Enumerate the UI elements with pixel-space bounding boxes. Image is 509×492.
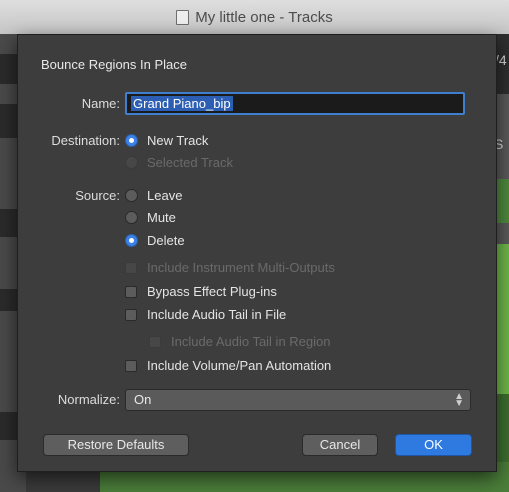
- include-audio-tail-file-checkbox[interactable]: Include Audio Tail in File: [125, 307, 286, 322]
- radio-icon: [125, 189, 138, 202]
- radio-icon: [125, 156, 138, 169]
- source-delete-radio[interactable]: Delete: [125, 233, 185, 248]
- window-titlebar: My little one - Tracks: [0, 0, 509, 35]
- include-volume-pan-checkbox[interactable]: Include Volume/Pan Automation: [125, 358, 331, 373]
- destination-selected-track-radio: Selected Track: [125, 155, 233, 170]
- window-title: My little one - Tracks: [195, 8, 333, 26]
- name-field[interactable]: Grand Piano_bip: [125, 92, 465, 115]
- checkbox-label: Include Instrument Multi-Outputs: [147, 260, 335, 275]
- normalize-value: On: [134, 392, 152, 407]
- radio-icon: [125, 211, 138, 224]
- document-icon: [176, 9, 190, 25]
- checkbox-label: Bypass Effect Plug-ins: [147, 284, 277, 299]
- option-label: New Track: [147, 133, 209, 148]
- normalize-select[interactable]: On ▲ ▼: [125, 389, 471, 411]
- checkbox-icon: [125, 359, 137, 372]
- checkbox-label: Include Volume/Pan Automation: [147, 358, 332, 373]
- name-label: Name:: [81, 96, 120, 111]
- option-label: Leave: [147, 188, 183, 203]
- checkbox-icon: [125, 261, 137, 274]
- ok-button[interactable]: OK: [395, 434, 472, 456]
- option-label: Selected Track: [147, 155, 233, 170]
- checkbox-label: Include Audio Tail in File: [147, 307, 287, 322]
- option-label: Mute: [147, 210, 176, 225]
- destination-label: Destination:: [51, 133, 120, 148]
- normalize-label: Normalize:: [57, 392, 120, 407]
- name-value: Grand Piano_bip: [131, 96, 233, 111]
- cancel-button[interactable]: Cancel: [302, 434, 378, 456]
- radio-selected-icon: [125, 234, 138, 247]
- checkbox-icon: [125, 308, 137, 321]
- include-audio-tail-region-checkbox: Include Audio Tail in Region: [149, 334, 331, 349]
- source-leave-radio[interactable]: Leave: [125, 188, 182, 203]
- checkbox-icon: [125, 285, 137, 298]
- destination-new-track-radio[interactable]: New Track: [125, 133, 208, 148]
- checkbox-icon: [149, 335, 161, 348]
- radio-selected-icon: [125, 134, 138, 147]
- bypass-effects-checkbox[interactable]: Bypass Effect Plug-ins: [125, 284, 277, 299]
- dialog-title: Bounce Regions In Place: [41, 57, 187, 72]
- updown-chevron-icon: ▲ ▼: [454, 391, 464, 409]
- source-mute-radio[interactable]: Mute: [125, 210, 176, 225]
- restore-defaults-button[interactable]: Restore Defaults: [43, 434, 189, 456]
- option-label: Delete: [147, 233, 185, 248]
- checkbox-label: Include Audio Tail in Region: [171, 334, 331, 349]
- source-label: Source:: [75, 188, 120, 203]
- bounce-dialog: Bounce Regions In Place Name: Grand Pian…: [17, 34, 497, 472]
- include-multi-outputs-checkbox: Include Instrument Multi-Outputs: [125, 260, 335, 275]
